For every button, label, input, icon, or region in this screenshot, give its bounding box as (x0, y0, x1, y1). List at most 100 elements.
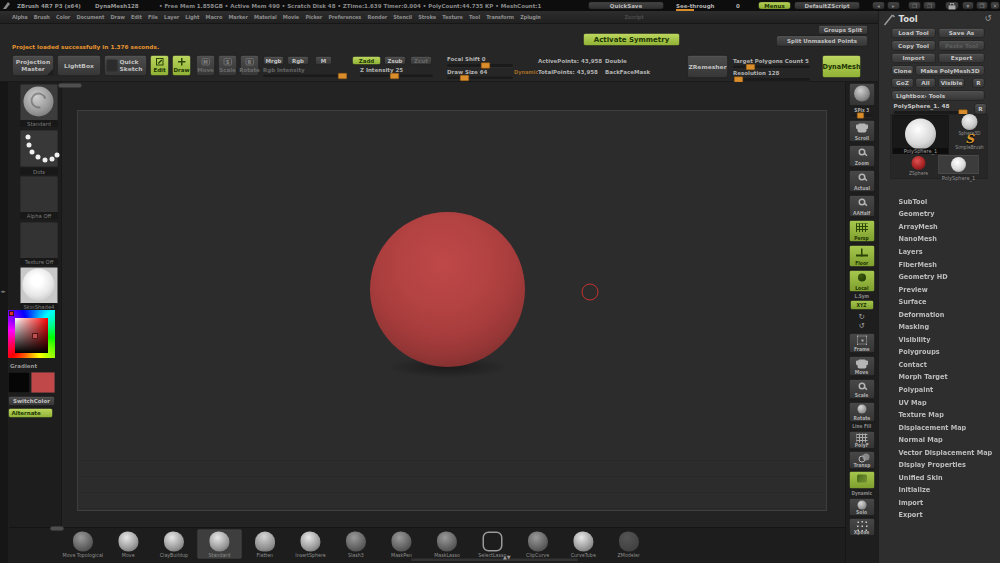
palette-section[interactable]: UV Map (879, 396, 1000, 409)
menu-item[interactable]: Draw (111, 15, 125, 21)
gradient-label[interactable]: Gradient (10, 363, 37, 370)
tray-brush[interactable]: Move (106, 530, 152, 561)
menu-item[interactable]: File (148, 15, 158, 21)
palette-section[interactable]: Polypaint (879, 383, 1000, 396)
tray-brush[interactable]: MaskLasso (424, 530, 470, 561)
menu-item[interactable]: Light (185, 15, 199, 21)
menu-item[interactable]: Tool (469, 15, 480, 21)
palette-section[interactable]: Morph Target (879, 371, 1000, 384)
palette-section[interactable]: Texture Map (879, 408, 1000, 421)
focal-shift-label[interactable]: Focal Shift 0 (447, 56, 486, 63)
palette-section[interactable]: Vector Displacement Map (879, 446, 1000, 459)
tray-brush[interactable]: InsertSphere (288, 530, 334, 561)
copy-view-icon[interactable]: ❐ (908, 2, 921, 10)
resolution-slider[interactable] (733, 78, 810, 81)
palette-section[interactable]: Geometry HD (879, 270, 1000, 283)
rgb-button[interactable]: Rgb (287, 56, 309, 65)
lock-icon[interactable] (945, 2, 959, 10)
palette-section[interactable]: Initialize (879, 484, 1000, 497)
activate-symmetry-button[interactable]: Activate Symmetry (583, 33, 680, 46)
menu-item[interactable]: Movie (283, 15, 299, 21)
menu-item[interactable]: Document (76, 15, 104, 21)
palette-section[interactable]: Contact (879, 358, 1000, 371)
menu-item[interactable]: Zscript (625, 15, 644, 21)
secondary-color-swatch[interactable] (31, 372, 55, 393)
strip-button[interactable]: Local (849, 270, 875, 292)
menus-button[interactable]: Menus (758, 2, 791, 10)
current-material-thumbnail[interactable] (20, 267, 58, 304)
palette-reset-icon[interactable]: ↺ (985, 13, 992, 23)
edit-button[interactable]: Edit (150, 55, 169, 76)
target-polygons-label[interactable]: Target Polygons Count 5 (733, 58, 809, 65)
strip-button[interactable]: Move (849, 356, 875, 376)
draw-button[interactable]: Draw (172, 55, 191, 76)
palette-section[interactable]: FiberMesh (879, 258, 1000, 271)
strip-button[interactable]: AAHalf (849, 195, 875, 217)
palette-section[interactable]: Normal Map (879, 433, 1000, 446)
rotate-button[interactable]: R Rotate (240, 55, 259, 76)
palette-section[interactable]: Layers (879, 245, 1000, 258)
rotate-cw-icon[interactable]: ↻ (846, 311, 879, 321)
load-tool-button[interactable]: Load Tool (892, 28, 936, 38)
current-brush-thumbnail[interactable] (20, 84, 58, 121)
strip-button[interactable]: Rotate (849, 402, 875, 422)
visible-button[interactable]: Visible (939, 78, 965, 88)
tray-brush[interactable]: MaskPen (379, 530, 425, 561)
strip-button[interactable]: Actual (849, 170, 875, 192)
tray-divider-handle[interactable] (50, 526, 64, 531)
strip-button[interactable]: Transp (849, 451, 875, 469)
current-alpha-thumbnail[interactable] (20, 176, 58, 213)
line-fill-label[interactable]: Line Fill (848, 424, 876, 429)
strip-button[interactable] (849, 471, 875, 489)
z-intensity-slider[interactable] (360, 75, 433, 78)
tray-brush[interactable]: Move Topological (60, 530, 106, 561)
m-button[interactable]: M (315, 56, 332, 65)
strip-button[interactable]: Persp (849, 220, 875, 242)
clone-button[interactable]: Clone (892, 66, 914, 76)
lightbox-button[interactable]: LightBox (57, 55, 101, 76)
tool-name-slider-label[interactable]: PolySphere_1. 48 (894, 103, 950, 110)
tray-brush[interactable]: ZModeler (606, 530, 652, 561)
palette-section[interactable]: Masking (879, 320, 1000, 333)
tray-scrollbar[interactable] (411, 559, 578, 562)
menu-item[interactable]: Marker (228, 15, 247, 21)
paste-tool-button[interactable]: Paste Tool (939, 41, 985, 51)
tray-brush[interactable]: ClipCurve (515, 530, 561, 561)
mrgb-button[interactable]: Mrgb (263, 56, 284, 65)
target-polygons-slider[interactable] (733, 66, 810, 69)
strip-button[interactable]: Frame (849, 333, 875, 353)
prev-doc-icon[interactable]: ◂ (872, 2, 885, 10)
default-zscript-button[interactable]: DefaultZScript (794, 2, 860, 10)
alternate-button[interactable]: Alternate (8, 408, 53, 418)
palette-section[interactable]: NanoMesh (879, 233, 1000, 246)
make-polymesh3d-button[interactable]: Make PolyMesh3D (916, 66, 985, 76)
all-button[interactable]: All (916, 78, 936, 88)
document-area[interactable] (77, 110, 827, 511)
strip-button[interactable]: Floor (849, 245, 875, 267)
dynamesh-button[interactable]: DynaMesh (822, 55, 861, 78)
quicksave-button[interactable]: QuickSave (588, 2, 664, 10)
tray-brush[interactable]: Standard (197, 530, 243, 561)
menu-item[interactable]: Preferences (328, 15, 361, 21)
menu-item[interactable]: Alpha (12, 15, 28, 21)
r-button[interactable]: R (973, 78, 985, 88)
strip-button[interactable]: Xpose (849, 518, 875, 536)
paste-view-icon[interactable]: ❐ (923, 2, 936, 10)
menu-item[interactable]: Layer (164, 15, 179, 21)
menu-item[interactable]: Material (254, 15, 277, 21)
double-button[interactable]: Double (605, 58, 627, 65)
menu-item[interactable]: Edit (131, 15, 142, 21)
save-as-button[interactable]: Save As (939, 28, 985, 38)
strip-button[interactable]: Solo (849, 498, 875, 516)
menu-item[interactable]: Color (56, 15, 70, 21)
dynamic-label[interactable]: Dynamic (514, 70, 538, 76)
backfacemask-button[interactable]: BackFaceMask (605, 69, 650, 76)
draw-size-slider[interactable] (447, 77, 513, 80)
menu-item[interactable]: Transform (486, 15, 514, 21)
zadd-button[interactable]: Zadd (352, 56, 381, 65)
current-texture-thumbnail[interactable] (20, 222, 58, 259)
projection-master-button[interactable]: Projection Master (12, 55, 54, 76)
tray-brush[interactable]: CurveTube (561, 530, 607, 561)
palette-section[interactable]: SubTool (879, 195, 1000, 208)
rgb-intensity-label[interactable]: Rgb Intensity (263, 67, 305, 74)
